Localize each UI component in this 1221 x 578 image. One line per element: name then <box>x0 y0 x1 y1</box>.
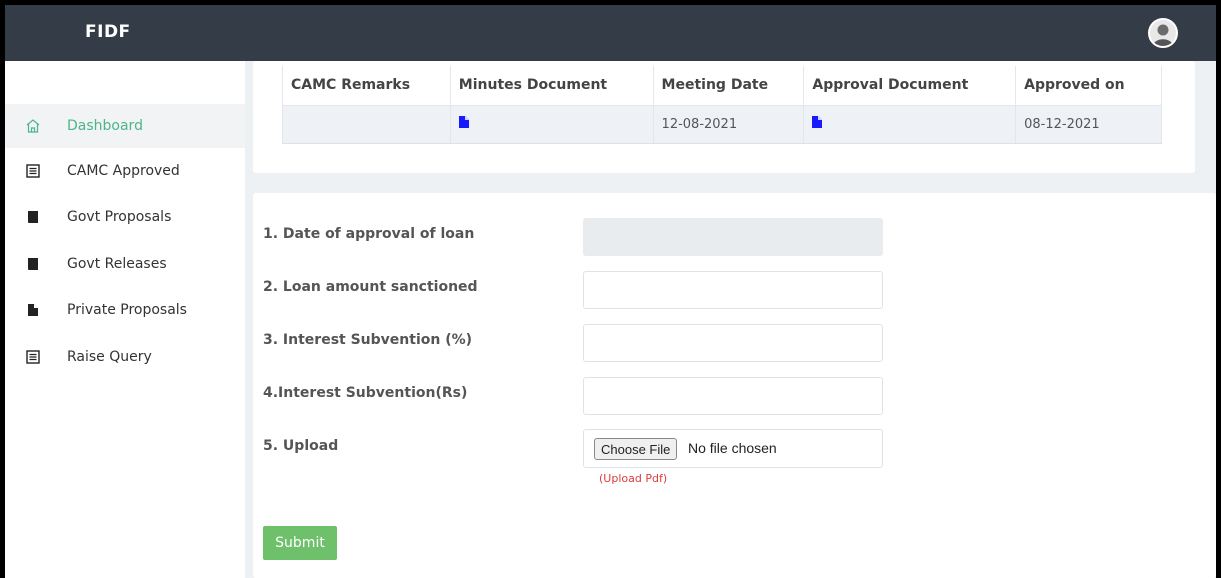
list-icon <box>25 163 41 179</box>
column-header-camc-remarks: CAMC Remarks <box>282 66 451 106</box>
sidebar-item-label: Raise Query <box>67 349 152 365</box>
choose-file-button[interactable]: Choose File <box>594 438 678 460</box>
table-row: 12-08-2021 08-12-2021 <box>282 105 1162 144</box>
document-icon[interactable] <box>812 116 823 132</box>
sidebar-item-label: Private Proposals <box>67 302 187 318</box>
sidebar-item-govt-releases[interactable]: Govt Releases <box>5 242 245 286</box>
column-header-approval-document: Approval Document <box>803 66 1017 106</box>
document-icon[interactable] <box>458 116 469 132</box>
book-icon <box>25 209 41 225</box>
approval-date-input[interactable] <box>583 218 883 256</box>
field-label-interest-percent: 3. Interest Subvention (%) <box>263 332 473 348</box>
loan-amount-input[interactable] <box>583 271 883 309</box>
book-icon <box>25 256 41 272</box>
cell-minutes-document <box>450 105 654 144</box>
brand-logo[interactable]: FIDF <box>85 22 131 42</box>
sidebar-item-label: Govt Proposals <box>67 209 172 225</box>
field-label-upload: 5. Upload <box>263 438 339 454</box>
sidebar-item-raise-query[interactable]: Raise Query <box>5 335 245 379</box>
cell-approval-document <box>803 105 1017 144</box>
sidebar: Dashboard CAMC Approved Govt Proposals G… <box>5 61 245 578</box>
top-navbar: FIDF <box>5 5 1216 61</box>
interest-percent-input[interactable] <box>583 324 883 362</box>
field-label-interest-rs: 4.Interest Subvention(Rs) <box>263 385 468 401</box>
submit-button[interactable]: Submit <box>263 526 337 560</box>
field-label-approval-date: 1. Date of approval of loan <box>263 226 475 242</box>
sidebar-item-govt-proposals[interactable]: Govt Proposals <box>5 195 245 239</box>
sidebar-item-dashboard[interactable]: Dashboard <box>5 104 245 148</box>
user-avatar[interactable] <box>1148 18 1178 48</box>
approval-details-card: CAMC Remarks Minutes Document Meeting Da… <box>253 61 1195 173</box>
file-icon <box>25 302 41 318</box>
column-header-approved-on: Approved on <box>1015 66 1162 106</box>
sidebar-item-label: Dashboard <box>67 118 143 134</box>
interest-rs-input[interactable] <box>583 377 883 415</box>
cell-meeting-date: 12-08-2021 <box>653 105 805 144</box>
sidebar-item-private-proposals[interactable]: Private Proposals <box>5 288 245 332</box>
list-icon <box>25 349 41 365</box>
loan-form-card: 1. Date of approval of loan 2. Loan amou… <box>253 193 1216 578</box>
file-status-text: No file chosen <box>688 440 777 456</box>
column-header-meeting-date: Meeting Date <box>653 66 805 106</box>
file-upload-field[interactable]: Choose File No file chosen <box>583 429 883 468</box>
field-label-loan-amount: 2. Loan amount sanctioned <box>263 279 478 295</box>
cell-approved-on: 08-12-2021 <box>1015 105 1162 144</box>
upload-hint: (Upload Pdf) <box>599 472 668 485</box>
approval-table: CAMC Remarks Minutes Document Meeting Da… <box>282 66 1162 144</box>
column-header-minutes-document: Minutes Document <box>450 66 654 106</box>
sidebar-item-label: Govt Releases <box>67 256 167 272</box>
sidebar-item-label: CAMC Approved <box>67 163 180 179</box>
home-icon <box>25 118 41 134</box>
cell-camc-remarks <box>282 105 451 144</box>
avatar-icon <box>1150 20 1176 46</box>
table-header-row: CAMC Remarks Minutes Document Meeting Da… <box>282 66 1162 106</box>
sidebar-item-camc-approved[interactable]: CAMC Approved <box>5 149 245 193</box>
app-window: FIDF Dashboard CAMC Approved Govt Propos… <box>5 5 1216 578</box>
